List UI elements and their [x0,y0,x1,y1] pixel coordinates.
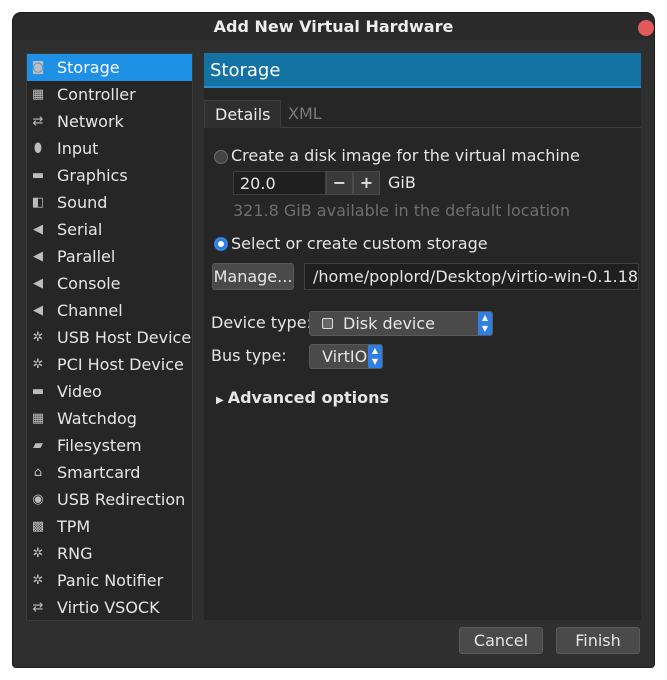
select-arrows-icon: ▲ ▼ [478,312,492,335]
usb-redirection-icon: ◉ [32,492,44,507]
network-icon: ⇄ [32,114,44,129]
page-title: Storage [204,53,641,88]
finish-button[interactable]: Finish [556,627,640,654]
device-type-value: Disk device [343,314,436,333]
sidebar-item-label: RNG [57,544,93,563]
monitor-icon: ▬ [31,168,45,183]
sidebar-item-label: USB Redirection [57,490,186,509]
sidebar-item-usb-host-device[interactable]: ✲ USB Host Device [27,324,192,351]
create-disk-label: Create a disk image for the virtual mach… [231,146,580,165]
available-space-text: 321.8 GiB available in the default locat… [233,201,570,220]
sidebar-item-usb-redirection[interactable]: ◉ USB Redirection [27,486,192,513]
sidebar-item-sound[interactable]: ◧ Sound [27,189,192,216]
sidebar-item-label: Console [57,274,121,293]
usb-host-icon: ✲ [32,330,44,345]
advanced-options-label: Advanced options [227,388,389,407]
sidebar-item-panic-notifier[interactable]: ✲ Panic Notifier [27,567,192,594]
sidebar-item-label: Network [57,112,124,131]
sidebar-item-label: Controller [57,85,136,104]
tab-details[interactable]: Details [204,100,282,128]
sidebar-item-virtio-vsock[interactable]: ⇄ Virtio VSOCK [27,594,192,621]
sidebar-item-parallel[interactable]: ◀ Parallel [27,243,192,270]
sidebar-item-label: Filesystem [57,436,142,455]
select-arrows-icon: ▲ ▼ [368,345,382,368]
sidebar-item-label: Channel [57,301,123,320]
pci-host-icon: ✲ [32,357,44,372]
serial-icon: ◀ [33,222,43,237]
tab-bar: Details XML [204,100,641,128]
sidebar-item-storage[interactable]: ◙ Storage [27,54,192,81]
console-icon: ◀ [33,276,43,291]
sidebar-item-graphics[interactable]: ▬ Graphics [27,162,192,189]
controller-icon: ▦ [31,87,45,102]
sidebar-item-label: Graphics [57,166,128,185]
sidebar-item-network[interactable]: ⇄ Network [27,108,192,135]
sidebar-item-rng[interactable]: ✲ RNG [27,540,192,567]
sidebar-item-pci-host-device[interactable]: ✲ PCI Host Device [27,351,192,378]
vsock-icon: ⇄ [32,600,44,615]
speaker-icon: ◧ [31,195,45,210]
sidebar-item-controller[interactable]: ▦ Controller [27,81,192,108]
sidebar-item-label: Input [57,139,99,158]
folder-icon: ▰ [33,438,43,453]
custom-storage-radio[interactable] [214,237,228,251]
smartcard-icon: ⌂ [33,465,43,480]
parallel-icon: ◀ [33,249,43,264]
channel-icon: ◀ [33,303,43,318]
sidebar-item-console[interactable]: ◀ Console [27,270,192,297]
sidebar-item-tpm[interactable]: ▩ TPM [27,513,192,540]
sidebar-item-label: Sound [57,193,108,212]
decrement-button[interactable]: − [326,171,353,195]
rng-icon: ✲ [32,546,44,561]
sidebar-item-serial[interactable]: ◀ Serial [27,216,192,243]
disk-icon [322,318,333,329]
sidebar-item-channel[interactable]: ◀ Channel [27,297,192,324]
bus-type-select[interactable]: VirtIO ▲ ▼ [309,344,383,369]
device-type-select[interactable]: Disk device ▲ ▼ [309,311,493,336]
sidebar-item-label: Virtio VSOCK [57,598,160,617]
sidebar-item-label: TPM [57,517,91,536]
sidebar-item-label: Serial [57,220,103,239]
bus-type-label: Bus type: [211,346,287,365]
sidebar-item-label: Smartcard [57,463,141,482]
window-title: Add New Virtual Hardware [13,13,654,40]
sidebar-item-input[interactable]: ⬮ Input [27,135,192,162]
storage-path-input[interactable]: /home/poplord/Desktop/virtio-win-0.1.18 [304,263,639,290]
hardware-type-list: ◙ Storage ▦ Controller ⇄ Network ⬮ Input ▬ Graphi… [26,53,193,621]
tab-xml[interactable]: XML [278,100,332,127]
manage-button[interactable]: Manage... [212,263,294,290]
tpm-icon: ▩ [31,519,45,534]
sidebar-item-label: USB Host Device [57,328,192,347]
disk-size-input[interactable]: 20.0 [233,171,326,195]
expand-arrow-icon: ▶ [216,395,224,406]
close-button[interactable] [638,20,654,36]
custom-storage-label: Select or create custom storage [231,234,488,253]
content-panel: Storage Details XML Create a disk image … [204,53,641,620]
sidebar-item-label: PCI Host Device [57,355,184,374]
device-type-label: Device type: [211,313,312,332]
sidebar-item-label: Video [57,382,102,401]
sidebar-item-video[interactable]: ▬ Video [27,378,192,405]
cancel-button[interactable]: Cancel [459,627,543,654]
video-icon: ▬ [31,384,45,399]
panic-icon: ✲ [32,573,44,588]
advanced-options-expander[interactable]: ▶ Advanced options [216,388,389,407]
sidebar-item-label: Watchdog [57,409,137,428]
increment-button[interactable]: + [353,171,380,195]
size-unit-label: GiB [388,173,416,192]
create-disk-radio[interactable] [214,150,228,164]
mouse-icon: ⬮ [33,141,43,156]
sidebar-item-label: Parallel [57,247,116,266]
add-hardware-dialog: Add New Virtual Hardware ◙ Storage ▦ Contro… [13,13,654,667]
bus-type-value: VirtIO [322,347,368,366]
sidebar-item-smartcard[interactable]: ⌂ Smartcard [27,459,192,486]
sidebar-item-label: Panic Notifier [57,571,164,590]
sidebar-item-watchdog[interactable]: ▦ Watchdog [27,405,192,432]
sidebar-item-label: Storage [57,58,120,77]
watchdog-icon: ▦ [31,411,45,426]
storage-icon: ◙ [31,60,45,75]
sidebar-item-filesystem[interactable]: ▰ Filesystem [27,432,192,459]
